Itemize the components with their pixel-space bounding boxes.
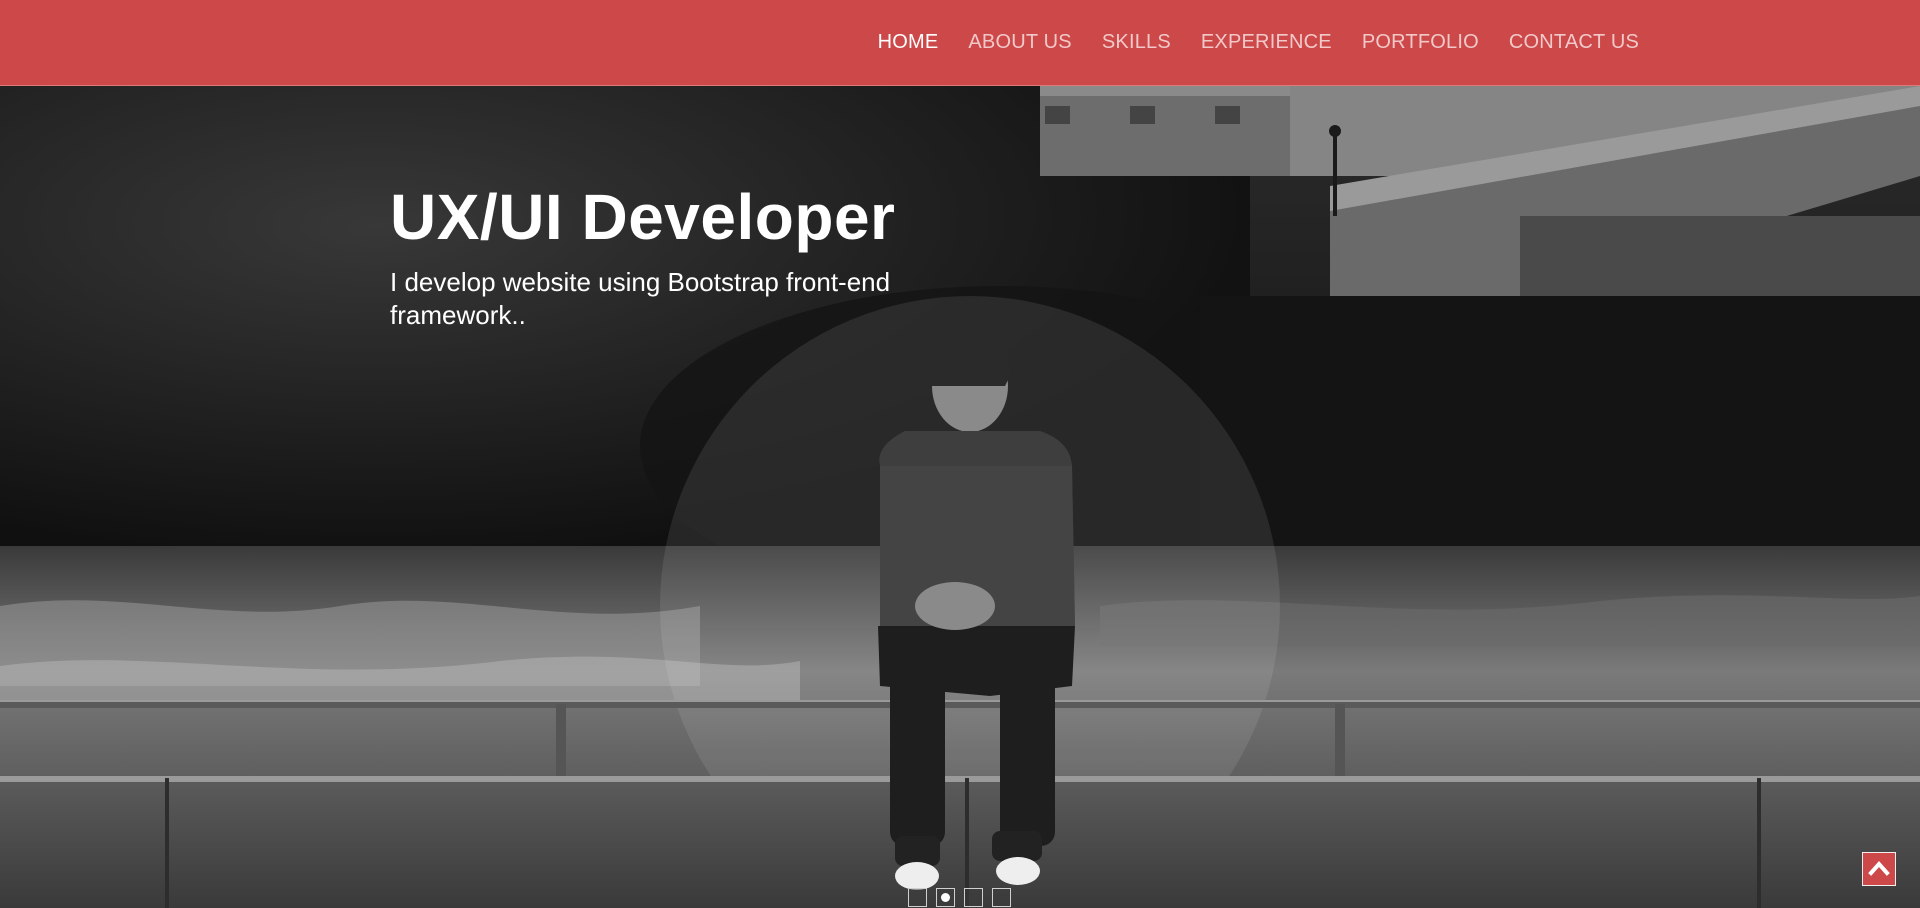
nav-item-contact-us[interactable]: CONTACT US [1509, 31, 1639, 54]
main-nav: HOME ABOUT US SKILLS EXPERIENCE PORTFOLI… [878, 0, 1639, 84]
hero-section: UX/UI Developer I develop website using … [0, 86, 1920, 908]
hero-background-image [0, 86, 1920, 908]
nav-item-experience[interactable]: EXPERIENCE [1201, 31, 1332, 54]
carousel-indicators [908, 888, 1011, 907]
nav-item-skills[interactable]: SKILLS [1102, 31, 1171, 54]
carousel-indicator-3[interactable] [964, 888, 983, 907]
carousel-indicator-1[interactable] [908, 888, 927, 907]
nav-item-portfolio[interactable]: PORTFOLIO [1362, 31, 1479, 54]
nav-item-home[interactable]: HOME [878, 31, 939, 54]
active-dot-icon [941, 893, 950, 902]
carousel-indicator-4[interactable] [992, 888, 1011, 907]
hero-subtitle: I develop website using Bootstrap front-… [390, 267, 891, 330]
back-to-top-button[interactable] [1862, 852, 1896, 886]
top-navbar: HOME ABOUT US SKILLS EXPERIENCE PORTFOLI… [0, 0, 1920, 86]
chevron-up-icon [1868, 860, 1890, 876]
hero-title: UX/UI Developer [390, 181, 896, 253]
nav-item-about-us[interactable]: ABOUT US [968, 31, 1071, 54]
carousel-indicator-2-active[interactable] [936, 888, 955, 907]
